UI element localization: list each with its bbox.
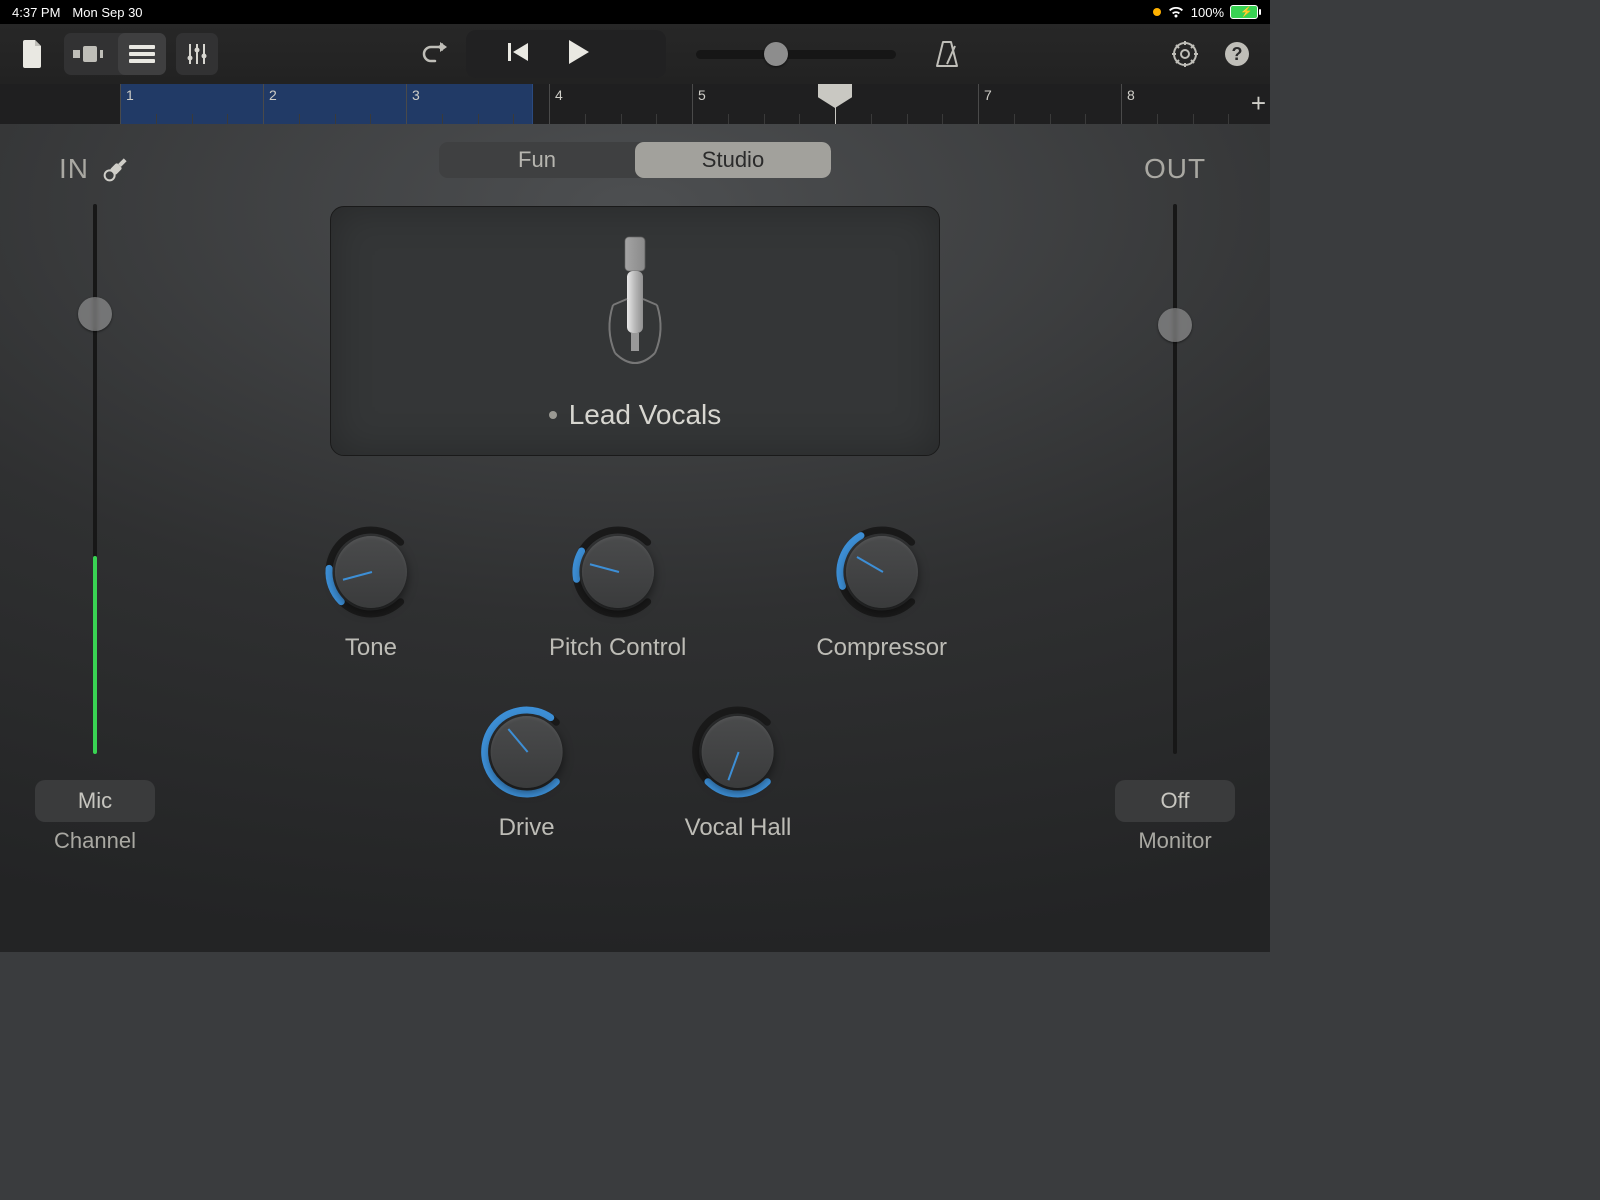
document-icon [21,40,45,68]
monitor-label: Monitor [1110,828,1240,854]
preset-selector[interactable]: Lead Vocals [330,206,940,456]
bar-label: 7 [984,87,992,103]
knob-label: Tone [345,634,397,662]
input-slider-thumb[interactable] [78,297,112,331]
undo-icon [421,42,449,66]
rewind-icon [506,40,530,64]
instrument-panel: IN Mic Channel OUT Off Monitor FunStudio [0,124,1270,952]
my-songs-button[interactable] [12,33,54,75]
browser-view-button[interactable] [64,33,112,75]
svg-text:?: ? [1232,44,1243,64]
mode-option-studio[interactable]: Studio [635,142,831,178]
knob-tone[interactable]: Tone [323,524,419,662]
output-level-slider[interactable] [1165,204,1185,754]
bar-label: 2 [269,87,277,103]
play-icon [566,39,590,65]
browser-icon [73,44,103,64]
knob-pitch-control[interactable]: Pitch Control [549,524,686,662]
battery-icon: ⚡ [1230,5,1258,19]
knob-label: Pitch Control [549,634,686,662]
monitor-toggle-button[interactable]: Off [1115,780,1235,822]
master-volume-thumb[interactable] [764,42,788,66]
add-track-button[interactable]: + [1251,88,1266,119]
play-button[interactable] [566,39,590,70]
knob-compressor[interactable]: Compressor [816,524,947,662]
view-toggle-group [64,33,166,75]
playhead[interactable] [818,84,852,108]
undo-button[interactable] [414,33,456,75]
track-controls-button[interactable] [176,33,218,75]
wifi-icon [1167,5,1185,19]
knob-label: Drive [499,814,555,842]
status-date: Mon Sep 30 [72,5,142,20]
bar-label: 8 [1127,87,1135,103]
help-icon: ? [1224,41,1250,67]
tracks-view-button[interactable] [118,33,166,75]
master-volume-slider[interactable] [696,50,896,59]
mic-in-use-indicator-icon [1153,8,1161,16]
bar-label: 5 [698,87,706,103]
metronome-icon [934,40,960,68]
sliders-icon [185,42,209,66]
bar-label: 3 [412,87,420,103]
channel-select-button[interactable]: Mic [35,780,155,822]
output-slider-thumb[interactable] [1158,308,1192,342]
output-label: OUT [1144,153,1206,185]
input-label: IN [59,153,89,185]
gear-icon [1171,40,1199,68]
metronome-button[interactable] [926,33,968,75]
preset-name-label: Lead Vocals [569,399,722,431]
input-jack-icon [101,154,131,184]
mode-segmented-control[interactable]: FunStudio [439,142,831,178]
knob-label: Vocal Hall [685,814,792,842]
go-to-beginning-button[interactable] [506,40,530,69]
timeline-ruler[interactable]: 12345678 + [0,84,1270,124]
knob-vocal-hall[interactable]: Vocal Hall [685,704,792,842]
bar-label: 1 [126,87,134,103]
app-toolbar: ? [0,24,1270,84]
microphone-icon [595,235,675,385]
status-time: 4:37 PM [12,5,60,20]
bar-label: 4 [555,87,563,103]
channel-label: Channel [30,828,160,854]
knob-label: Compressor [816,634,947,662]
help-button[interactable]: ? [1216,33,1258,75]
settings-button[interactable] [1164,33,1206,75]
tracks-icon [129,44,155,64]
knob-drive[interactable]: Drive [479,704,575,842]
output-section: OUT Off Monitor [1110,144,1240,854]
mode-option-fun[interactable]: Fun [439,142,635,178]
battery-percent: 100% [1191,5,1224,20]
input-section: IN Mic Channel [30,144,160,854]
input-level-slider[interactable] [85,204,105,754]
transport-controls [466,30,666,78]
status-bar: 4:37 PM Mon Sep 30 100% ⚡ [0,0,1270,24]
preset-bullet-icon [549,411,557,419]
